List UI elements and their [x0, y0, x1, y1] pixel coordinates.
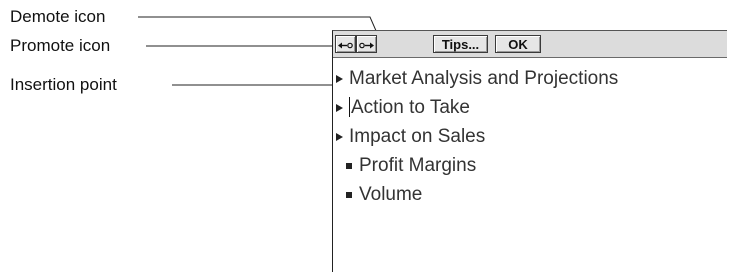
outline-item[interactable]: Action to Take — [333, 93, 727, 122]
demote-icon-callout: Demote icon — [10, 7, 106, 26]
demote-arrow-icon — [338, 42, 353, 49]
outline-list: Market Analysis and Projections Action t… — [333, 58, 727, 272]
arrow-bullet-icon — [336, 133, 343, 141]
tips-button[interactable]: Tips... — [433, 35, 488, 53]
outline-item[interactable]: Profit Margins — [333, 151, 727, 180]
outline-item-text: Impact on Sales — [349, 126, 486, 147]
square-bullet-icon — [346, 163, 352, 169]
outline-item-text: Volume — [359, 184, 423, 205]
outline-item-text: Profit Margins — [359, 155, 477, 176]
square-bullet-icon — [346, 192, 352, 198]
outline-item-text: Action to Take — [351, 97, 471, 118]
outline-item-text: Market Analysis and Projections — [349, 68, 619, 89]
ok-button[interactable]: OK — [495, 35, 541, 53]
promote-button[interactable] — [356, 35, 377, 53]
arrow-bullet-icon — [336, 104, 343, 112]
outline-toolbar: Tips... OK — [333, 31, 727, 58]
outline-item[interactable]: Impact on Sales — [333, 122, 727, 151]
promote-arrow-icon — [359, 42, 374, 49]
arrow-bullet-icon — [336, 75, 343, 83]
demote-button[interactable] — [335, 35, 356, 53]
outline-item[interactable]: Volume — [333, 180, 727, 209]
insertion-point-callout: Insertion point — [10, 75, 117, 94]
promote-icon-callout: Promote icon — [10, 36, 111, 55]
insertion-point-caret — [349, 97, 350, 117]
outline-window: Tips... OK Market Analysis and Projectio… — [332, 30, 727, 272]
outline-item[interactable]: Market Analysis and Projections — [333, 64, 727, 93]
